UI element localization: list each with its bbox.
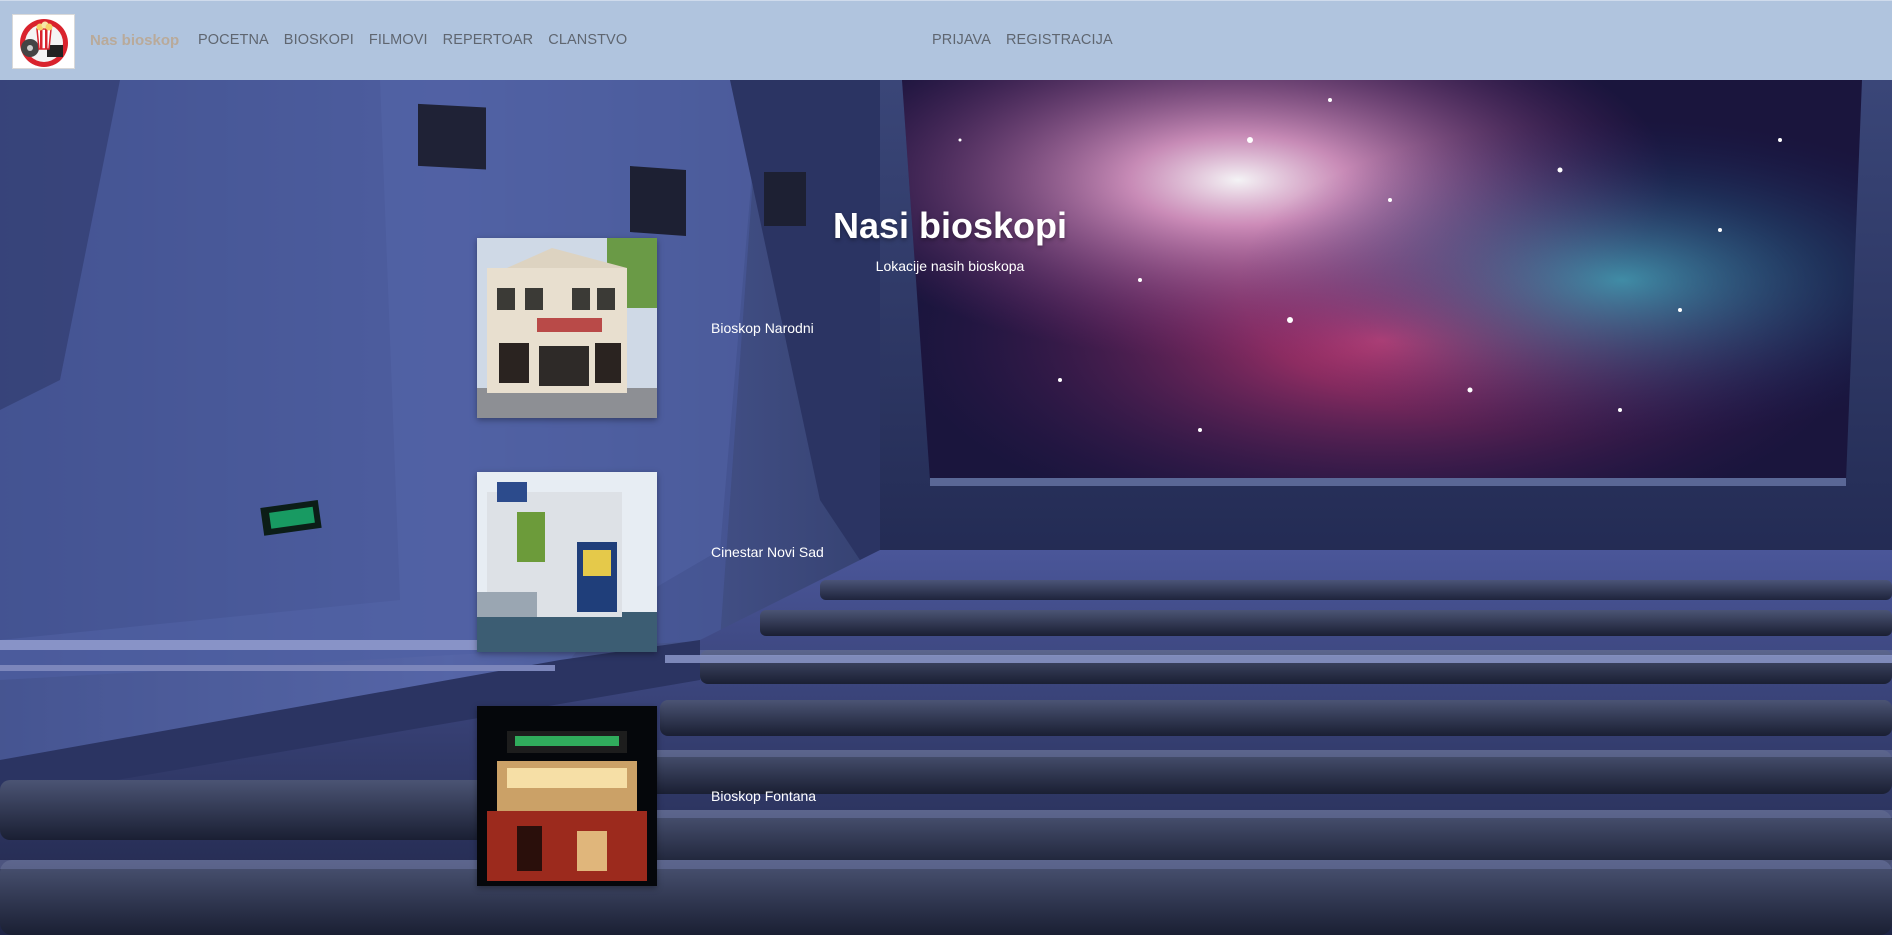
nav-link-registracija[interactable]: REGISTRACIJA (1006, 32, 1113, 48)
cinema-photo-fontana[interactable] (477, 706, 657, 886)
navbar: Nas bioskop POCETNA BIOSKOPI FILMOVI REP… (0, 0, 1892, 80)
page-subtitle: Lokacije nasih bioskopa (875, 258, 1025, 274)
site-logo-icon[interactable] (12, 14, 75, 69)
hero-background: Nasi bioskopi Lokacije nasih bioskopa Bi… (0, 80, 1892, 935)
cinema-card-fontana[interactable]: Bioskop Fontana (477, 706, 877, 886)
cinema-card-narodni[interactable]: Bioskop Narodni (477, 238, 877, 418)
nav-link-repertoar[interactable]: REPERTOAR (443, 32, 534, 48)
brand-link[interactable]: Nas bioskop (90, 32, 179, 49)
cinema-card-cinestar[interactable]: Cinestar Novi Sad (477, 472, 877, 652)
page-title: Nasi bioskopi (832, 205, 1068, 246)
nav-link-filmovi[interactable]: FILMOVI (369, 32, 428, 48)
nav-link-clanstvo[interactable]: CLANSTVO (548, 32, 627, 48)
nav-link-pocetna[interactable]: POCETNA (198, 32, 269, 48)
cinema-photo-narodni[interactable] (477, 238, 657, 418)
main-nav: POCETNA BIOSKOPI FILMOVI REPERTOAR CLANS… (198, 32, 642, 48)
cinema-name-cinestar[interactable]: Cinestar Novi Sad (711, 542, 826, 563)
nav-link-bioskopi[interactable]: BIOSKOPI (284, 32, 354, 48)
nav-link-prijava[interactable]: PRIJAVA (932, 32, 991, 48)
cinema-photo-cinestar[interactable] (477, 472, 657, 652)
account-nav: PRIJAVA REGISTRACIJA (932, 32, 1128, 48)
cinema-name-fontana[interactable]: Bioskop Fontana (711, 786, 826, 807)
cinema-name-narodni[interactable]: Bioskop Narodni (711, 318, 826, 339)
